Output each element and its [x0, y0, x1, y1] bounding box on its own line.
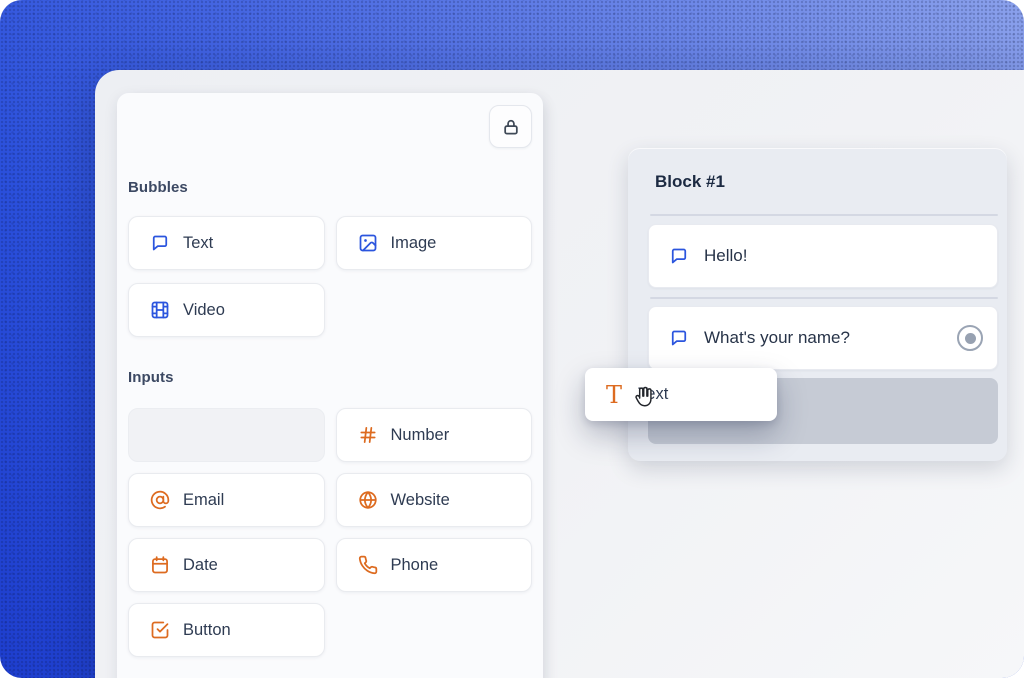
tool-label: Phone [391, 556, 439, 575]
flow-canvas[interactable]: Bubbles Text [95, 70, 1024, 678]
app-screen: Bubbles Text [0, 0, 1024, 678]
tool-image-bubble[interactable]: Image [336, 216, 533, 270]
tool-label: Video [183, 301, 225, 320]
image-icon [358, 233, 378, 253]
tool-label: Button [183, 621, 231, 640]
tool-label: Email [183, 491, 224, 510]
tool-number-input[interactable]: Number [336, 408, 533, 462]
checkbox-icon [150, 620, 170, 640]
tool-website-input[interactable]: Website [336, 473, 533, 527]
tool-label: Website [391, 491, 450, 510]
drag-source-ghost-slot [128, 408, 325, 462]
block-item-question[interactable]: What's your name? [648, 306, 998, 370]
bubble-text: What's your name? [704, 328, 850, 348]
at-sign-icon [150, 490, 170, 510]
calendar-icon [150, 555, 170, 575]
globe-icon [358, 490, 378, 510]
chat-bubble-icon [150, 233, 170, 253]
tool-button-input[interactable]: Button [128, 603, 325, 657]
tool-label: Date [183, 556, 218, 575]
blocks-sidebar: Bubbles Text [117, 93, 543, 678]
hand-cursor-icon [630, 384, 657, 411]
inputs-section-label: Inputs [128, 369, 174, 386]
film-icon [150, 300, 170, 320]
tool-video-bubble[interactable]: Video [128, 283, 325, 337]
dragged-text-input-item[interactable]: T Text [585, 368, 777, 421]
bubbles-grid: Text Image [128, 216, 532, 337]
block-item-hello[interactable]: Hello! [648, 224, 998, 288]
phone-icon [358, 555, 378, 575]
text-serif-icon: T [606, 383, 622, 407]
tool-text-bubble[interactable]: Text [128, 216, 325, 270]
chat-bubble-icon [669, 328, 689, 348]
block-divider [650, 297, 998, 299]
lock-icon [501, 117, 521, 137]
tool-label: Image [391, 234, 437, 253]
block-title: Block #1 [655, 172, 1007, 194]
tool-label: Number [391, 426, 450, 445]
hash-icon [358, 425, 378, 445]
chat-bubble-icon [669, 246, 689, 266]
block-divider [650, 214, 998, 216]
bubbles-section-label: Bubbles [128, 179, 188, 196]
tool-email-input[interactable]: Email [128, 473, 325, 527]
tool-phone-input[interactable]: Phone [336, 538, 533, 592]
bubble-text: Hello! [704, 246, 747, 266]
tool-date-input[interactable]: Date [128, 538, 325, 592]
connection-port-dot [965, 333, 976, 344]
tool-label: Text [183, 234, 213, 253]
connection-port[interactable] [957, 325, 983, 351]
inputs-grid: Number Email [128, 408, 532, 657]
lock-sidebar-button[interactable] [489, 105, 532, 148]
